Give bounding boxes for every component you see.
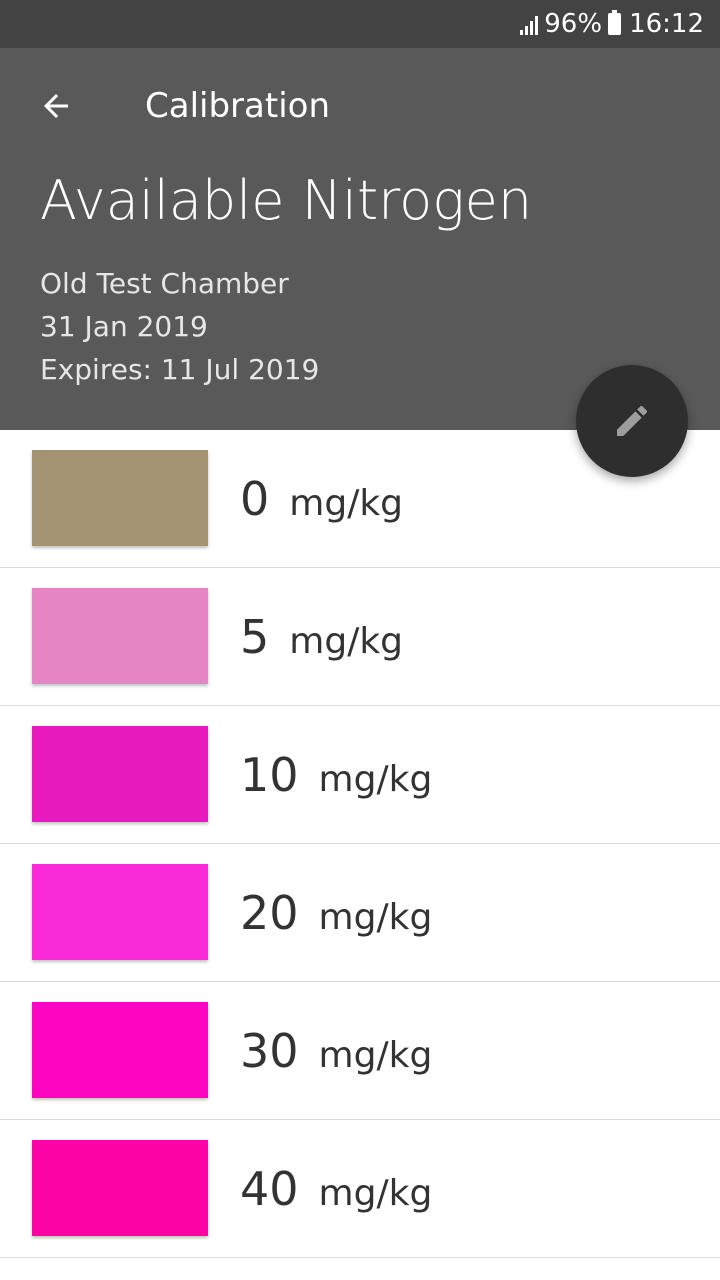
calibration-date: 31 Jan 2019: [40, 310, 208, 343]
battery-icon: [608, 10, 622, 35]
value-number: 5: [240, 610, 270, 664]
color-swatch: [32, 588, 208, 684]
calibration-value: 30 mg/kg: [240, 1026, 432, 1081]
value-unit: mg/kg: [318, 897, 433, 938]
chamber-name: Old Test Chamber: [40, 267, 289, 300]
value-number: 20: [240, 886, 299, 940]
status-bar: 96% 16:12: [0, 0, 720, 48]
value-number: 10: [240, 748, 299, 802]
toolbar-title: Calibration: [145, 86, 330, 126]
value-unit: mg/kg: [318, 759, 433, 800]
clock: 16:12: [629, 9, 704, 39]
color-swatch: [32, 1002, 208, 1098]
color-swatch: [32, 1140, 208, 1236]
calibration-value: 10 mg/kg: [240, 750, 432, 805]
page-title: Available Nitrogen: [40, 169, 533, 232]
list-item[interactable]: 40 mg/kg: [0, 1120, 720, 1258]
calibration-value: 20 mg/kg: [240, 888, 432, 943]
color-swatch: [32, 726, 208, 822]
value-number: 40: [240, 1162, 299, 1216]
value-number: 30: [240, 1024, 299, 1078]
arrow-left-icon: [44, 94, 68, 118]
calibration-value: 0 mg/kg: [240, 474, 403, 529]
color-swatch: [32, 864, 208, 960]
calibration-list: 0 mg/kg 5 mg/kg 10 mg/kg 20 mg/kg 30 mg/…: [0, 430, 720, 1258]
list-item[interactable]: 30 mg/kg: [0, 982, 720, 1120]
color-swatch: [32, 450, 208, 546]
pencil-icon: [617, 405, 648, 436]
calibration-value: 5 mg/kg: [240, 612, 403, 667]
value-unit: mg/kg: [289, 483, 404, 524]
signal-icon: [520, 13, 539, 35]
value-number: 0: [240, 472, 270, 526]
list-item[interactable]: 10 mg/kg: [0, 706, 720, 844]
back-button[interactable]: [28, 84, 84, 128]
expiry-date: Expires: 11 Jul 2019: [40, 353, 320, 386]
value-unit: mg/kg: [289, 621, 404, 662]
value-unit: mg/kg: [318, 1173, 433, 1214]
edit-button[interactable]: [576, 365, 688, 477]
value-unit: mg/kg: [318, 1035, 433, 1076]
battery-percent: 96%: [544, 9, 603, 39]
list-item[interactable]: 20 mg/kg: [0, 844, 720, 982]
calibration-value: 40 mg/kg: [240, 1164, 432, 1219]
list-item[interactable]: 5 mg/kg: [0, 568, 720, 706]
